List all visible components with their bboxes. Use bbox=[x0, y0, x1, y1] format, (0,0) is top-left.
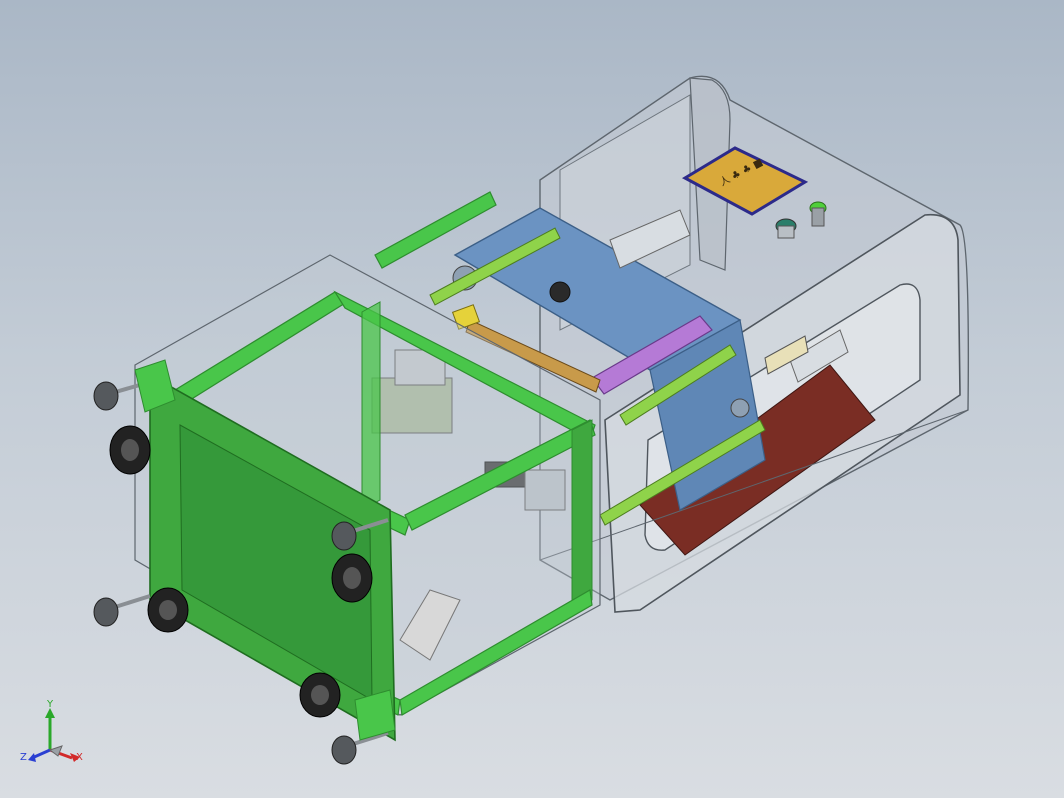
foot-lower-left bbox=[93, 594, 151, 627]
front-frame[interactable] bbox=[134, 254, 601, 742]
y-axis-label: Y bbox=[46, 700, 54, 710]
caster-front-right-upper bbox=[331, 553, 373, 603]
z-axis-label: Z bbox=[20, 752, 27, 763]
orientation-triad: Y X Z bbox=[20, 700, 83, 763]
caster-front-left-upper bbox=[109, 425, 151, 475]
motor-hub bbox=[549, 281, 571, 303]
bearing-right bbox=[730, 398, 750, 418]
caster-front-left-lower bbox=[147, 587, 189, 633]
selector-switch-body bbox=[777, 225, 795, 239]
frame-post-right bbox=[571, 419, 593, 613]
caster-front-right-lower bbox=[299, 672, 341, 718]
cad-viewport[interactable]: 人 ♣ ♣ ■ Y X Z bbox=[0, 0, 1064, 798]
x-axis-label: X bbox=[76, 752, 83, 763]
frame-post-mid bbox=[361, 301, 381, 511]
indicator-lamp-body bbox=[811, 207, 825, 227]
machine-assembly-model[interactable]: 人 ♣ ♣ ■ bbox=[0, 0, 1064, 798]
